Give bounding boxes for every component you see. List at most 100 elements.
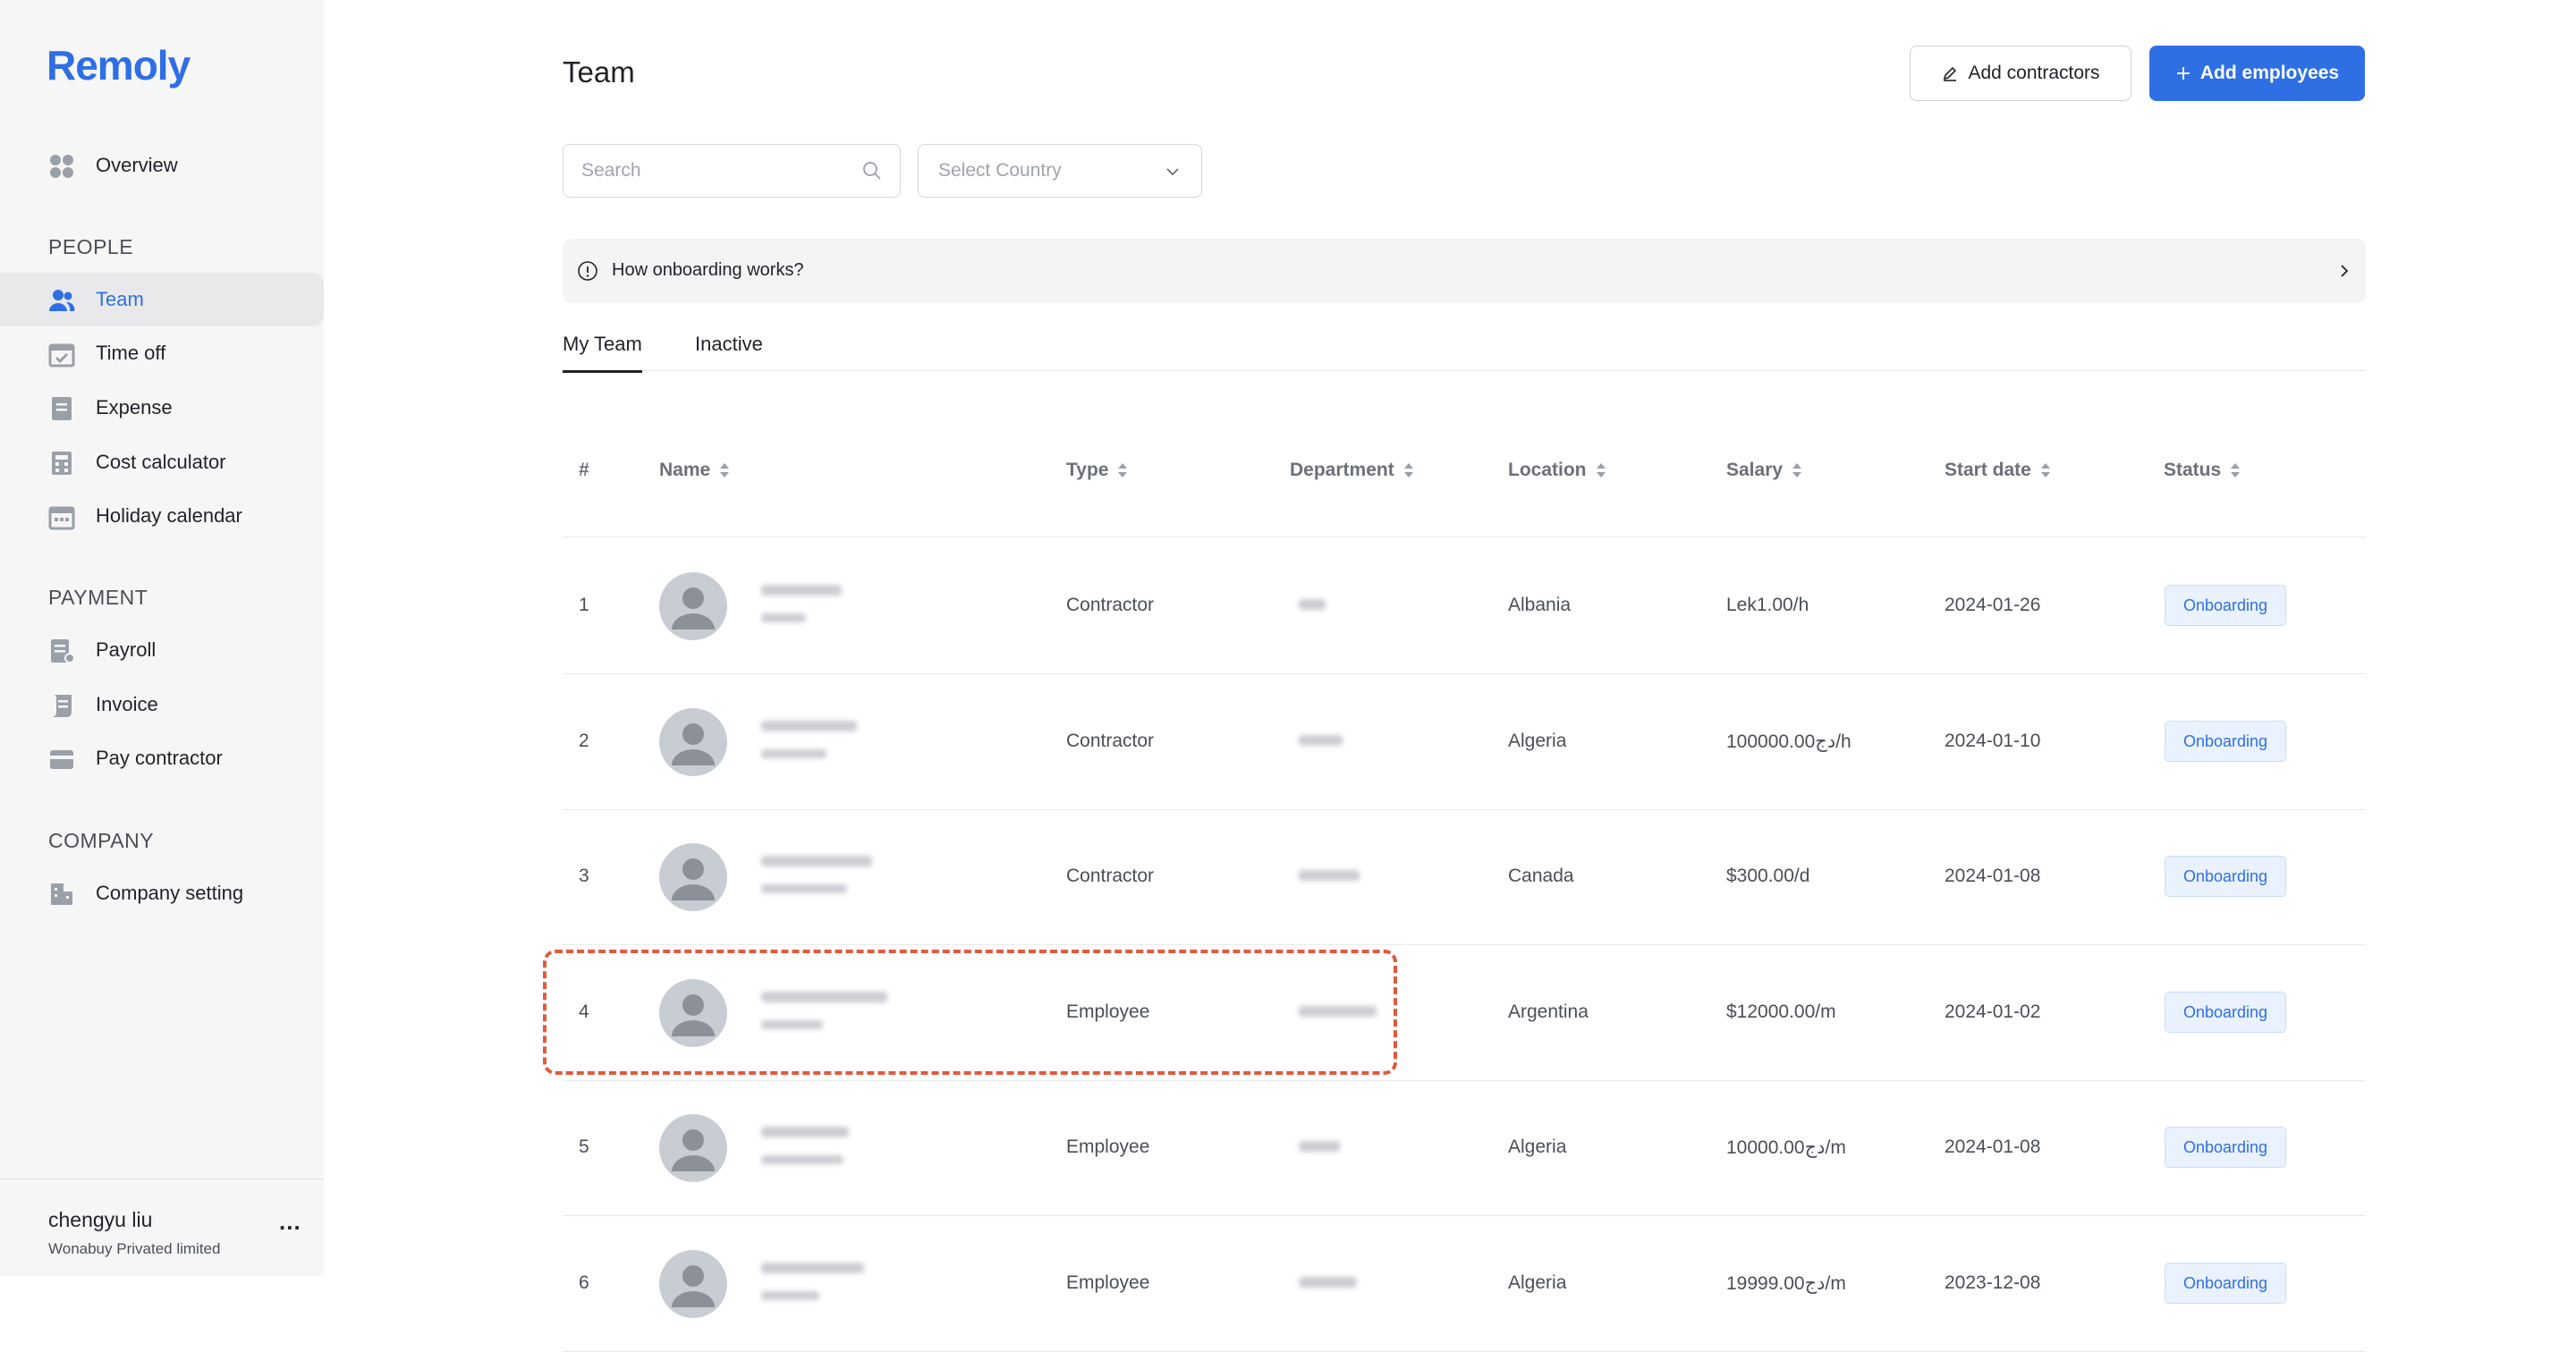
avatar[interactable] bbox=[659, 979, 727, 1047]
redacted-email bbox=[761, 884, 847, 893]
cell-start-date: 2024-01-08 bbox=[1945, 866, 2041, 886]
cell-type: Contractor bbox=[1066, 595, 1155, 615]
column-header-salary[interactable]: Salary bbox=[1726, 460, 1802, 481]
redacted-name bbox=[761, 856, 872, 866]
calendar-icon bbox=[48, 506, 75, 530]
search-box[interactable] bbox=[563, 144, 901, 198]
more-options-icon[interactable]: ... bbox=[279, 1208, 301, 1236]
sidebar-item-pay-contractor[interactable]: Pay contractor bbox=[0, 731, 324, 785]
add-employees-button[interactable]: Add employees bbox=[2149, 46, 2365, 101]
sidebar-item-cost-calculator[interactable]: Cost calculator bbox=[0, 435, 324, 489]
table-row[interactable]: 1 Contractor Albania Lek1.00/h 2024-01-26 Onb… bbox=[563, 538, 2366, 674]
avatar[interactable] bbox=[659, 1114, 727, 1182]
status-badge: Onboarding bbox=[2165, 1263, 2286, 1304]
redacted-email bbox=[761, 749, 826, 758]
sort-icon[interactable] bbox=[2230, 461, 2241, 479]
user-name: chengyu liu bbox=[48, 1208, 153, 1231]
calendar-check-icon bbox=[48, 343, 75, 368]
cell-location: Algeria bbox=[1508, 1137, 1567, 1157]
column-header-number: # bbox=[579, 460, 589, 481]
tab-my-team[interactable]: My Team bbox=[563, 333, 642, 373]
sidebar-item-invoice[interactable]: Invoice bbox=[0, 678, 324, 731]
column-header-type[interactable]: Type bbox=[1066, 460, 1128, 481]
sidebar-item-time-off[interactable]: Time off bbox=[0, 326, 324, 380]
avatar[interactable] bbox=[659, 708, 727, 776]
tab-inactive[interactable]: Inactive bbox=[695, 333, 763, 370]
cell-salary: Lek1.00/h bbox=[1726, 595, 1809, 615]
sidebar-item-team[interactable]: Team bbox=[0, 273, 324, 326]
sidebar-item-company-setting[interactable]: Company setting bbox=[0, 866, 324, 920]
add-contractors-button[interactable]: Add contractors bbox=[1910, 46, 2131, 101]
status-badge: Onboarding bbox=[2165, 721, 2286, 762]
row-number: 4 bbox=[579, 1001, 589, 1022]
column-label: Type bbox=[1066, 460, 1109, 480]
onboarding-info-banner[interactable]: How onboarding works? bbox=[563, 239, 2366, 303]
sidebar-item-label: Company setting bbox=[96, 882, 244, 904]
sidebar-item-label: Team bbox=[96, 288, 144, 310]
overview-icon bbox=[50, 155, 73, 178]
redacted-department bbox=[1299, 1277, 1357, 1288]
redacted-name bbox=[761, 992, 887, 1002]
column-header-status[interactable]: Status bbox=[2164, 460, 2241, 481]
row-number: 5 bbox=[579, 1137, 589, 1157]
table-row[interactable]: 3 Contractor Canada $300.00/d 2024-01-08 Onbo… bbox=[563, 809, 2366, 945]
column-label: Status bbox=[2164, 460, 2222, 480]
section-payment: PAYMENT bbox=[48, 586, 148, 609]
country-select[interactable]: Select Country bbox=[918, 144, 1202, 198]
sort-icon[interactable] bbox=[2040, 461, 2051, 479]
team-tabs: My Team Inactive bbox=[563, 324, 2366, 373]
sidebar-item-label: Overview bbox=[96, 154, 178, 176]
column-header-department[interactable]: Department bbox=[1290, 460, 1414, 481]
table-header: # Name Type Department Location Salary S… bbox=[563, 420, 2366, 537]
sort-icon[interactable] bbox=[719, 461, 730, 479]
cell-start-date: 2024-01-26 bbox=[1945, 595, 2041, 615]
sidebar-item-expense[interactable]: Expense bbox=[0, 381, 324, 435]
sort-icon[interactable] bbox=[1403, 461, 1414, 479]
avatar[interactable] bbox=[659, 843, 727, 911]
avatar[interactable] bbox=[659, 572, 727, 640]
sort-icon[interactable] bbox=[1792, 461, 1802, 479]
table-row[interactable]: 2 Contractor Algeria دج100000.00/h 2024-01-1… bbox=[563, 674, 2366, 810]
table-row[interactable]: 5 Employee Algeria دج10000.00/m 2024-01-08 On… bbox=[563, 1080, 2366, 1216]
country-select-placeholder: Select Country bbox=[938, 160, 1062, 181]
cell-salary: دج10000.00/m bbox=[1726, 1137, 1846, 1158]
column-header-start-date[interactable]: Start date bbox=[1945, 460, 2051, 481]
status-badge: Onboarding bbox=[2165, 856, 2286, 897]
redacted-department bbox=[1299, 599, 1326, 610]
search-input[interactable] bbox=[564, 145, 869, 197]
column-label: # bbox=[579, 460, 589, 480]
redacted-department bbox=[1299, 1006, 1377, 1017]
app-logo[interactable]: Remoly bbox=[47, 41, 191, 89]
sort-icon[interactable] bbox=[1596, 461, 1606, 479]
row-number: 2 bbox=[579, 731, 589, 751]
receipt-icon bbox=[52, 397, 72, 420]
redacted-department bbox=[1299, 735, 1343, 746]
row-number: 1 bbox=[579, 595, 589, 615]
row-number: 3 bbox=[579, 866, 589, 886]
info-icon bbox=[577, 260, 598, 286]
column-header-name[interactable]: Name bbox=[659, 460, 730, 481]
sidebar-item-holiday-calendar[interactable]: Holiday calendar bbox=[0, 489, 324, 543]
plus-icon bbox=[2175, 65, 2191, 81]
cell-location: Argentina bbox=[1508, 1001, 1589, 1022]
user-organization: Wonabuy Privated limited bbox=[48, 1240, 221, 1257]
table-row[interactable]: 4 Employee Argentina $12000.00/m 2024-01-02 O… bbox=[563, 945, 2366, 1081]
sidebar-item-label: Payroll bbox=[96, 638, 157, 661]
sidebar-item-overview[interactable]: Overview bbox=[0, 139, 324, 192]
cell-salary: $300.00/d bbox=[1726, 866, 1810, 886]
status-badge: Onboarding bbox=[2165, 992, 2286, 1033]
user-profile[interactable]: chengyu liu Wonabuy Privated limited ... bbox=[0, 1179, 324, 1277]
cell-type: Employee bbox=[1066, 1001, 1150, 1022]
search-icon[interactable] bbox=[862, 161, 882, 185]
status-badge: Onboarding bbox=[2165, 1127, 2286, 1168]
table-row[interactable]: 6 Employee Algeria دج19999.00/m 2023-12-08 On… bbox=[563, 1216, 2366, 1352]
sidebar-item-payroll[interactable]: Payroll bbox=[0, 623, 324, 677]
redacted-email bbox=[761, 1155, 843, 1164]
redacted-department bbox=[1299, 1141, 1340, 1152]
column-label: Name bbox=[659, 460, 711, 480]
cell-type: Contractor bbox=[1066, 731, 1155, 751]
avatar[interactable] bbox=[659, 1250, 727, 1318]
section-company: COMPANY bbox=[48, 829, 155, 852]
column-header-location[interactable]: Location bbox=[1508, 460, 1606, 481]
sort-icon[interactable] bbox=[1117, 461, 1128, 479]
